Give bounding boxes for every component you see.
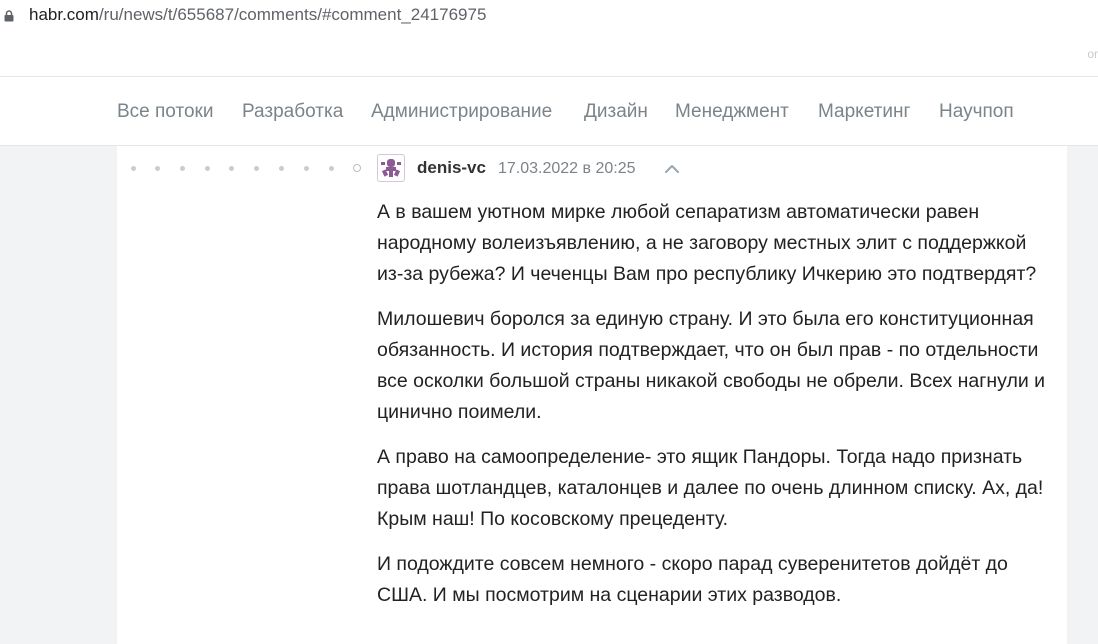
url-path: /ru/news/t/655687/comments/#comment_2417… <box>98 5 487 24</box>
nav-item-all-flows[interactable]: Все потоки <box>117 101 213 123</box>
nav-item-marketing[interactable]: Маркетинг <box>818 101 910 123</box>
chevron-up-icon[interactable] <box>664 162 680 174</box>
comment-paragraph: А в вашем уютном мирке любой сепаратизм … <box>377 201 1037 285</box>
url-host: habr.com <box>29 5 99 24</box>
comment-author[interactable]: denis-vc <box>417 158 486 178</box>
thread-dot[interactable] <box>329 166 334 171</box>
hubs-nav: Все потоки Разработка Администрирование … <box>0 76 1098 146</box>
nav-item-design[interactable]: Дизайн <box>584 101 648 123</box>
nav-item-development[interactable]: Разработка <box>242 101 343 123</box>
thread-dot[interactable] <box>155 166 160 171</box>
thread-current-ring[interactable] <box>353 164 361 172</box>
thread-dot[interactable] <box>279 166 284 171</box>
thread-dot[interactable] <box>205 166 210 171</box>
thread-dot[interactable] <box>180 166 185 171</box>
address-bar[interactable]: habr.com/ru/news/t/655687/comments/#comm… <box>0 0 1098 30</box>
nav-item-administration[interactable]: Администрирование <box>371 101 552 123</box>
comment-paragraph: Милошевич боролся за единую страну. И эт… <box>377 308 1046 423</box>
comment-body: А в вашем уютном мирке любой сепаратизм … <box>377 197 1057 625</box>
url-text[interactable]: habr.com/ru/news/t/655687/comments/#comm… <box>29 5 486 25</box>
avatar[interactable] <box>377 154 405 182</box>
thread-dot[interactable] <box>304 166 309 171</box>
comment-paragraph: И подождите совсем немного - скоро парад… <box>377 553 1008 606</box>
nav-item-management[interactable]: Менеджмент <box>675 101 789 123</box>
thread-dot[interactable] <box>131 166 136 171</box>
thread-dot[interactable] <box>254 166 259 171</box>
header-strip <box>0 30 1098 76</box>
comment-paragraph: А право на самоопределение- это ящик Пан… <box>377 446 1044 530</box>
nav-item-popsci[interactable]: Научпоп <box>939 101 1014 123</box>
comment-date[interactable]: 17.03.2022 в 20:25 <box>498 159 636 179</box>
lock-icon[interactable] <box>4 9 14 22</box>
thread-dot[interactable] <box>229 166 234 171</box>
avatar-identicon-icon <box>381 159 401 177</box>
header-strip-tail: or <box>1087 47 1098 61</box>
page: habr.com/ru/news/t/655687/comments/#comm… <box>0 0 1098 644</box>
